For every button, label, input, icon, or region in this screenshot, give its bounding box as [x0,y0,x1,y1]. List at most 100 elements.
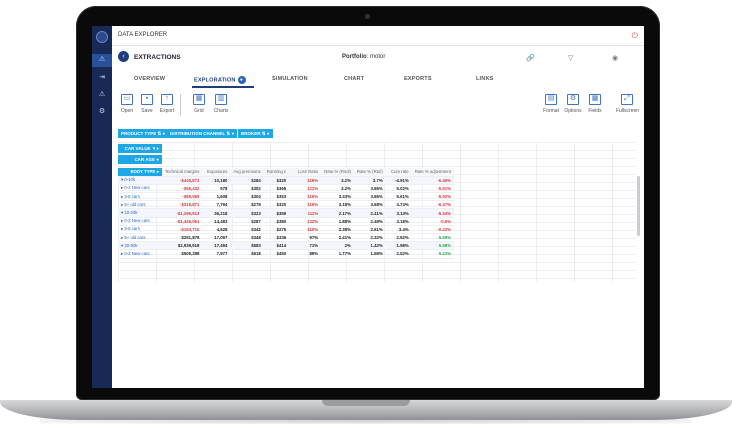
row-chip-body-type[interactable]: BODY TYPE ● [118,168,162,177]
table-cell: 2.17% [321,208,354,218]
warning-icon[interactable]: ⚠ [98,56,106,64]
table-cell: $618 [230,249,264,259]
tab-exports[interactable]: EXPORTS [404,76,432,82]
table-cell: 1.98% [385,241,412,251]
table-cell: $359 [263,208,290,218]
row-label[interactable]: ▸ 3-5 cars [118,225,162,235]
table-row[interactable]: ▸ 3-5 cars -$193,710 4,628 $342 $275 110% 2.38… [118,225,454,235]
back-button[interactable]: ‹ [118,51,129,62]
column-header[interactable]: Cum rate [385,168,412,177]
tab-exploration-label: EXPLORATION [194,77,236,84]
table-cell: 116% [289,176,322,185]
app-title: DATA EXPLORER [118,32,168,38]
fields-button[interactable]: ▦ Fields [584,94,606,114]
table-row[interactable]: ▸ 3-5 cars -$69,569 1,608 $304 $353 116% 3.33%… [118,192,454,202]
link-icon[interactable]: 🔗 [526,54,535,62]
export-icon: ↑ [161,94,173,105]
tab-overview[interactable]: OVERVIEW [134,76,165,82]
open-button[interactable]: ▭ Open [116,94,138,114]
table-cell: $450 [263,249,290,259]
row-chip-label: CAR AGE [134,157,156,162]
column-header[interactable]: Technical margins [162,168,203,177]
column-header[interactable]: Exposures [202,168,231,177]
column-header[interactable]: Running c [263,168,290,177]
tab-bar: OVERVIEW EXPLORATION ● SIMULATION CHART E… [112,72,644,88]
column-header[interactable]: Rate % (Rtol) [353,168,386,177]
table-cell: -4.91% [385,176,412,185]
table-cell: 3.7% [353,176,386,185]
filter-chip-product-type[interactable]: PRODUCT TYPE ⇅ ● [118,129,169,138]
row-label[interactable]: ▸ 0-2 New cars [118,249,162,259]
extractions-link[interactable]: EXTRACTIONS [134,54,181,61]
row-label[interactable]: ▸ 5+ old cars [118,233,162,243]
portfolio-value: : motor [366,54,386,60]
table-cell: 17,494 [202,241,231,251]
table-cell: 1.58% [353,249,386,259]
table-cell: 36,218 [202,208,231,218]
table-cell: -6.46% [411,176,454,185]
charts-label: Charts [213,108,229,114]
row-label[interactable]: ▾ 10-20k [118,208,162,218]
filter-icon[interactable]: ▽ [568,54,573,62]
table-row[interactable]: ▾ 20-50k $2,939,918 17,494 $583 $414 71% 2% 1.4… [118,241,454,251]
export-button[interactable]: ↑ Export [156,94,178,114]
table-cell: 7,794 [202,200,231,210]
row-chip-car-value[interactable]: CAR VALUE ▼● [118,144,162,153]
table-row[interactable]: ▸ 0-2 New cars -$56,432 978 $302 $365 121% 3.2… [118,184,454,194]
table-row[interactable]: ▸ 0-2 New cars $509,288 7,977 $618 $450 89% 1.… [118,249,454,259]
open-label: Open [120,108,134,114]
row-label[interactable]: ▸ 3-5 cars [118,192,162,202]
tab-simulation[interactable]: SIMULATION [272,76,308,82]
table-cell: 4.74% [385,200,412,210]
table-cell: 5.59% [411,233,454,243]
table-row[interactable]: ▸ 5+ old cars -$319,871 7,794 $278 $320 116% 3… [118,200,454,210]
grid-button[interactable]: ▦ Grid [188,94,210,114]
charts-button[interactable]: ▥ Charts [210,94,232,114]
table-cell: 5.02% [385,184,412,194]
column-header[interactable]: Loss Ratio [289,168,322,177]
table-cell: 3.18% [321,200,354,210]
table-row[interactable]: ▸ 5+ old cars $251,878 17,097 $348 $336 97% 2.… [118,233,454,243]
table-cell: 2.92% [385,233,412,243]
settings-icon[interactable]: ⚙ [98,108,106,116]
vertical-scrollbar[interactable] [637,176,640,236]
column-header[interactable]: Avg premiums [230,168,264,177]
options-button[interactable]: ⚙ Options [562,94,584,114]
row-label[interactable]: ▾ 20-50k [118,241,162,251]
filter-chip-distribution-channel[interactable]: DISTRIBUTION CHANNEL ⇅ ● [167,129,238,138]
tab-exploration[interactable]: EXPLORATION ● [194,76,246,84]
table-cell: 110% [289,225,322,235]
table-cell: $278 [230,200,264,210]
table-row[interactable]: ▸ 0-2 New cars -$1,349,061 14,483 $287 $380 1… [118,217,454,226]
save-button[interactable]: ▪ Save [136,94,158,114]
table-cell: 121% [289,184,322,194]
fullscreen-button[interactable]: ⤢ Fullscreen [616,94,639,114]
format-button[interactable]: ▤ Format [540,94,562,114]
table-cell: -$445,873 [162,176,203,185]
row-label[interactable]: ▸ 5+ old cars [118,200,162,210]
chip-label: PRODUCT TYPE [121,131,157,136]
filter-chip-broker[interactable]: BROKER ⇅ ● [238,129,273,138]
column-header[interactable]: Rate % (Rsol) [321,168,354,177]
view-icon[interactable]: ◉ [612,54,618,62]
table-cell: 132% [289,217,322,226]
table-row[interactable]: ▾ 10-20k -$1,296,913 36,218 $323 $359 111% 2.1… [118,208,454,218]
row-label[interactable]: ▸ 0-2 New cars [118,184,162,194]
power-icon[interactable]: ⏻ [632,31,638,41]
table-cell: 111% [289,208,322,218]
table-cell: 3.33% [321,192,354,202]
table-row[interactable]: ▾ 0-10k -$445,873 10,180 $284 $320 116% 3.2% 3.… [118,176,454,185]
table-cell: $302 [230,184,264,194]
import-icon[interactable]: ⇥ [98,74,106,82]
row-label[interactable]: ▸ 0-2 New cars [118,217,162,226]
tab-links[interactable]: LINKS [476,76,494,82]
row-chip-car-age[interactable]: CAR AGE ● [118,155,162,164]
tab-chart[interactable]: CHART [344,76,364,82]
column-header[interactable]: Rate % adjustment [411,168,454,177]
laptop-notch [322,400,410,406]
row-label[interactable]: ▾ 0-10k [118,176,162,185]
folder-icon: ▭ [121,94,133,105]
alert-icon[interactable]: ⚠ [98,91,106,99]
table-cell: 2.49% [353,217,386,226]
app-logo [96,31,108,43]
